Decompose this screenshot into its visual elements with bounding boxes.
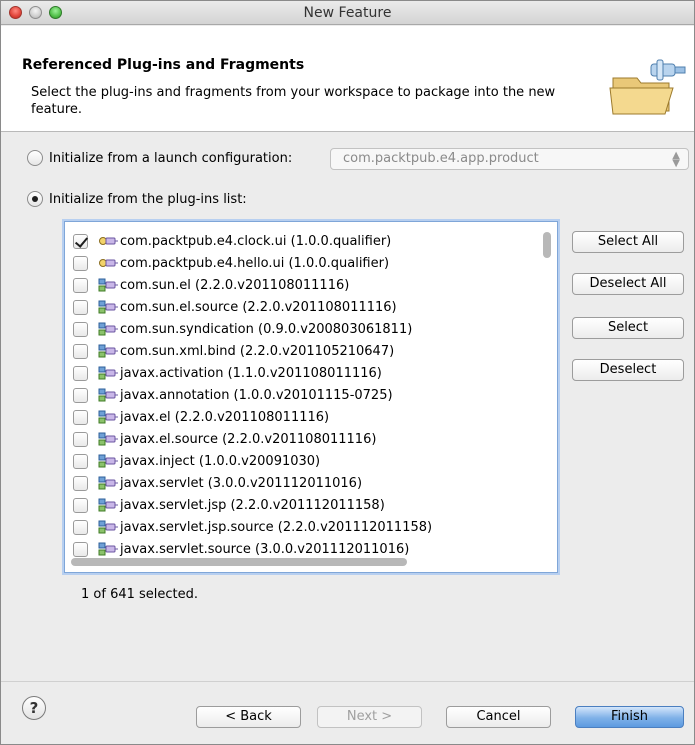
plugin-checkbox[interactable] bbox=[73, 255, 88, 271]
plugin-jar-icon bbox=[98, 387, 118, 403]
deselect-all-button[interactable]: Deselect All bbox=[572, 273, 684, 295]
launch-config-option[interactable]: Initialize from a launch configuration: bbox=[27, 150, 292, 166]
plugin-checkbox[interactable] bbox=[73, 541, 88, 557]
plugin-jar-icon bbox=[98, 541, 118, 557]
deselect-button[interactable]: Deselect bbox=[572, 359, 684, 381]
plugin-label: javax.inject (1.0.0.v20091030) bbox=[120, 453, 321, 469]
plugin-label: com.packtpub.e4.hello.ui (1.0.0.qualifie… bbox=[120, 255, 390, 271]
plugin-list-item[interactable]: javax.inject (1.0.0.v20091030) bbox=[65, 450, 545, 472]
plugin-jar-icon bbox=[98, 321, 118, 337]
feature-folder-icon bbox=[609, 59, 686, 115]
vertical-scrollbar[interactable] bbox=[543, 232, 551, 258]
plugin-list-item[interactable]: javax.activation (1.1.0.v201108011116) bbox=[65, 362, 545, 384]
plugin-checkbox[interactable] bbox=[73, 409, 88, 425]
plugin-list-item[interactable]: com.sun.el.source (2.2.0.v201108011116) bbox=[65, 296, 545, 318]
plugin-list-item[interactable]: javax.el.source (2.2.0.v201108011116) bbox=[65, 428, 545, 450]
plugin-label: com.sun.el (2.2.0.v201108011116) bbox=[120, 277, 350, 293]
select-all-button[interactable]: Select All bbox=[572, 231, 684, 253]
footer-divider bbox=[1, 681, 694, 682]
plugin-list-item[interactable]: com.sun.xml.bind (2.2.0.v201105210647) bbox=[65, 340, 545, 362]
combo-arrows-icon: ▲ ▼ bbox=[672, 150, 680, 169]
plugin-label: com.sun.syndication (0.9.0.v200803061811… bbox=[120, 321, 413, 337]
plugin-checkbox[interactable] bbox=[73, 387, 88, 403]
wizard-header: Referenced Plug-ins and Fragments Select… bbox=[1, 26, 694, 132]
launch-config-radio[interactable] bbox=[27, 150, 43, 166]
horizontal-scrollbar[interactable] bbox=[71, 558, 407, 566]
plugin-checkbox[interactable] bbox=[73, 299, 88, 315]
plugin-list-item[interactable]: javax.servlet.jsp.source (2.2.0.v2011120… bbox=[65, 516, 545, 538]
plugin-label: javax.servlet (3.0.0.v201112011016) bbox=[120, 475, 363, 491]
plugin-list-item[interactable]: javax.servlet.jsp (2.2.0.v201112011158) bbox=[65, 494, 545, 516]
launch-config-label: Initialize from a launch configuration: bbox=[49, 150, 293, 166]
plugin-label: com.sun.xml.bind (2.2.0.v201105210647) bbox=[120, 343, 395, 359]
plugin-label: javax.servlet.jsp (2.2.0.v201112011158) bbox=[120, 497, 385, 513]
plugin-label: javax.annotation (1.0.0.v20101115-0725) bbox=[120, 387, 393, 403]
selection-status: 1 of 641 selected. bbox=[81, 587, 199, 602]
plugin-label: com.sun.el.source (2.2.0.v201108011116) bbox=[120, 299, 397, 315]
page-description: Select the plug-ins and fragments from y… bbox=[31, 85, 556, 117]
back-button[interactable]: < Back bbox=[196, 706, 301, 728]
plugin-label: com.packtpub.e4.clock.ui (1.0.0.qualifie… bbox=[120, 233, 392, 249]
plugin-label: javax.el.source (2.2.0.v201108011116) bbox=[120, 431, 377, 447]
plugin-jar-icon bbox=[98, 343, 118, 359]
page-title: Referenced Plug-ins and Fragments bbox=[22, 57, 305, 73]
plugin-list-item[interactable]: com.packtpub.e4.clock.ui (1.0.0.qualifie… bbox=[65, 230, 545, 252]
plugin-checkbox[interactable] bbox=[73, 497, 88, 513]
plugin-checkbox[interactable] bbox=[73, 431, 88, 447]
plugins-list-radio[interactable] bbox=[27, 191, 43, 207]
select-button[interactable]: Select bbox=[572, 317, 684, 339]
plugin-jar-icon bbox=[98, 299, 118, 315]
plugin-checkbox[interactable] bbox=[73, 519, 88, 535]
plugin-label: javax.el (2.2.0.v201108011116) bbox=[120, 409, 330, 425]
plugin-jar-icon bbox=[98, 365, 118, 381]
plugin-list-item[interactable]: javax.el (2.2.0.v201108011116) bbox=[65, 406, 545, 428]
plugin-checkbox[interactable] bbox=[73, 321, 88, 337]
plugins-list[interactable]: com.packtpub.e4.clock.ui (1.0.0.qualifie… bbox=[64, 221, 558, 573]
plugin-jar-icon bbox=[98, 431, 118, 447]
plugin-jar-icon bbox=[98, 277, 118, 293]
plugin-jar-icon bbox=[98, 497, 118, 513]
title-bar: New Feature bbox=[1, 1, 694, 25]
plugin-project-icon bbox=[98, 233, 118, 249]
finish-button[interactable]: Finish bbox=[575, 706, 684, 728]
plugin-list-item[interactable]: com.sun.el (2.2.0.v201108011116) bbox=[65, 274, 545, 296]
launch-config-value: com.packtpub.e4.app.product bbox=[343, 151, 539, 166]
plugins-list-label: Initialize from the plug-ins list: bbox=[49, 191, 247, 207]
plugin-list-item[interactable]: com.packtpub.e4.hello.ui (1.0.0.qualifie… bbox=[65, 252, 545, 274]
next-button[interactable]: Next > bbox=[317, 706, 422, 728]
plugin-label: javax.activation (1.1.0.v201108011116) bbox=[120, 365, 382, 381]
plugin-label: javax.servlet.jsp.source (2.2.0.v2011120… bbox=[120, 519, 433, 535]
plugin-list-item[interactable]: javax.servlet (3.0.0.v201112011016) bbox=[65, 472, 545, 494]
plugin-checkbox[interactable] bbox=[73, 475, 88, 491]
plugin-jar-icon bbox=[98, 475, 118, 491]
plugin-checkbox[interactable] bbox=[73, 343, 88, 359]
new-feature-dialog: New Feature Referenced Plug-ins and Frag… bbox=[0, 0, 695, 745]
plugin-checkbox[interactable] bbox=[73, 365, 88, 381]
plugins-list-option[interactable]: Initialize from the plug-ins list: bbox=[27, 191, 247, 207]
plugin-jar-icon bbox=[98, 519, 118, 535]
plugin-list-item[interactable]: com.sun.syndication (0.9.0.v200803061811… bbox=[65, 318, 545, 340]
plugin-checkbox[interactable] bbox=[73, 277, 88, 293]
launch-config-combo[interactable]: com.packtpub.e4.app.product ▲ ▼ bbox=[330, 148, 689, 170]
cancel-button[interactable]: Cancel bbox=[446, 706, 551, 728]
plugin-checkbox[interactable] bbox=[73, 453, 88, 469]
plugin-label: javax.servlet.source (3.0.0.v20111201101… bbox=[120, 541, 410, 557]
plugin-checkbox[interactable] bbox=[73, 233, 88, 249]
window-title: New Feature bbox=[303, 5, 392, 21]
plugin-list-item[interactable]: javax.annotation (1.0.0.v20101115-0725) bbox=[65, 384, 545, 406]
plugin-jar-icon bbox=[98, 409, 118, 425]
plugin-project-icon bbox=[98, 255, 118, 271]
plugin-list-item[interactable]: javax.servlet.source (3.0.0.v20111201101… bbox=[65, 538, 545, 560]
help-button[interactable]: ? bbox=[22, 696, 46, 720]
plugin-jar-icon bbox=[98, 453, 118, 469]
